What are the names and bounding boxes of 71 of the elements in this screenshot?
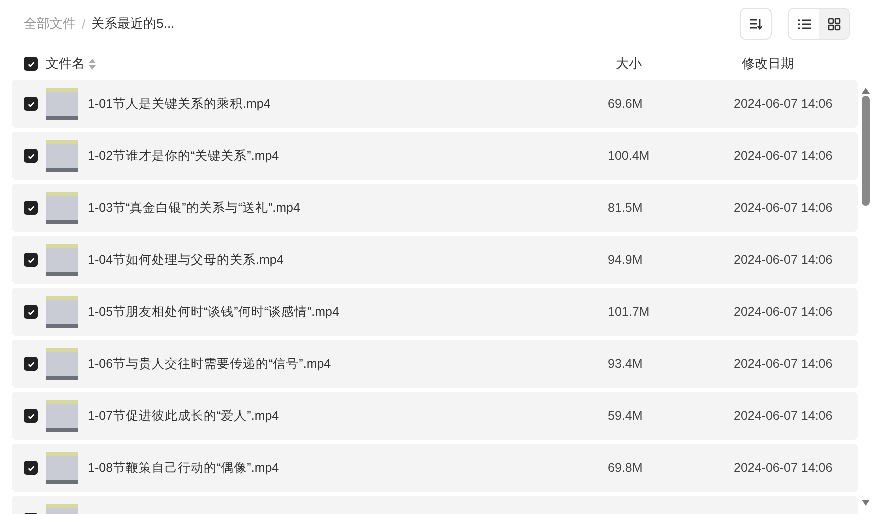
separator-slash: / — [82, 16, 86, 32]
column-header[interactable]: 大小 — [616, 55, 742, 73]
file-name: 1-05节朋友相处何时“谈钱”何时“谈感情”.mp4 — [88, 304, 340, 320]
grid-icon — [828, 18, 840, 30]
scroll-down-icon[interactable] — [862, 500, 870, 506]
file-size: 69.8M — [608, 461, 644, 475]
file-name: 1-04节如何处理与父母的关系.mp4 — [88, 252, 285, 268]
column-header[interactable]: 文件名 — [46, 55, 85, 73]
video-thumbnail — [46, 400, 78, 432]
list-icon — [798, 18, 810, 30]
sort-icon — [749, 18, 763, 30]
video-thumbnail — [46, 140, 78, 172]
modified-date: 2024-06-07 14:06 — [734, 149, 834, 163]
file-row[interactable]: 1-06节与贵人交往时需要传递的“信号”.mp4 93.4M 2024-06-07 14:06 — [12, 340, 858, 388]
checkmark-icon — [26, 100, 36, 108]
file-size: 100.4M — [608, 149, 651, 163]
row-checkbox[interactable] — [24, 253, 38, 267]
modified-date: 2024-06-07 14:06 — [734, 305, 834, 319]
file-size: 81.5M — [608, 201, 644, 215]
modified-date: 2024-06-07 14:06 — [734, 253, 834, 267]
file-row[interactable]: 1-01节人是关键关系的乘积.mp4 69.6M 2024-06-07 14:06 — [12, 80, 858, 128]
file-row[interactable]: 1-03节“真金白银”的关系与“送礼”.mp4 81.5M 2024-06-07 14:06 — [12, 184, 858, 232]
video-thumbnail — [46, 452, 78, 484]
file-name: 1-03节“真金白银”的关系与“送礼”.mp4 — [88, 200, 302, 216]
checkmark-icon — [26, 412, 36, 420]
row-checkbox[interactable] — [24, 97, 38, 111]
scrollbar-thumb[interactable] — [862, 96, 870, 206]
checkmark-icon — [26, 152, 36, 160]
select-all-checkbox[interactable] — [24, 57, 38, 71]
file-row[interactable]: 1-04节如何处理与父母的关系.mp4 94.9M 2024-06-07 14:06 — [12, 236, 858, 284]
sort-button[interactable] — [740, 8, 772, 40]
file-size: 59.4M — [608, 409, 644, 423]
file-row[interactable]: 1-08节鞭策自己行动的“偶像”.mp4 69.8M 2024-06-07 14:06 — [12, 444, 858, 492]
file-name: 1-08节鞭策自己行动的“偶像”.mp4 — [88, 460, 280, 476]
modified-date: 2024-06-07 14:06 — [734, 357, 834, 371]
file-name: 1-06节与贵人交往时需要传递的“信号”.mp4 — [88, 356, 332, 372]
file-size: 101.7M — [608, 305, 651, 319]
video-thumbnail — [46, 296, 78, 328]
row-checkbox[interactable] — [24, 201, 38, 215]
file-row[interactable]: 1-02节谁才是你的“关键关系”.mp4 100.4M 2024-06-07 14:06 — [12, 132, 858, 180]
checkmark-icon — [26, 308, 36, 316]
modified-date: 2024-06-07 14:06 — [734, 97, 834, 111]
column-header[interactable]: 修改日期 — [742, 55, 850, 73]
file-name: 1-07节促进彼此成长的“爱人”.mp4 — [88, 408, 280, 424]
modified-date: 2024-06-07 14:06 — [734, 201, 834, 215]
file-size: 69.6M — [608, 97, 644, 111]
file-name: 1-01节人是关键关系的乘积.mp4 — [88, 96, 272, 112]
file-name: 1-02节谁才是你的“关键关系”.mp4 — [88, 148, 280, 164]
file-size: 94.9M — [608, 253, 644, 267]
checkmark-icon — [26, 256, 36, 264]
video-thumbnail — [46, 88, 78, 120]
breadcrumb-link[interactable]: 关系最近的5... — [92, 15, 175, 33]
row-checkbox[interactable] — [24, 409, 38, 423]
row-checkbox[interactable] — [24, 357, 38, 371]
video-thumbnail — [46, 192, 78, 224]
grid-view-button[interactable] — [819, 9, 849, 39]
checkmark-icon — [26, 360, 36, 368]
row-checkbox[interactable] — [24, 305, 38, 319]
checkmark-icon — [26, 204, 36, 212]
video-thumbnail — [46, 244, 78, 276]
file-row[interactable]: 1-07节促进彼此成长的“爱人”.mp4 59.4M 2024-06-07 14:06 — [12, 392, 858, 440]
modified-date: 2024-06-07 14:06 — [734, 461, 834, 475]
checkmark-icon — [26, 60, 36, 68]
video-thumbnail — [46, 348, 78, 380]
file-size: 93.4M — [608, 357, 644, 371]
checkmark-icon — [26, 464, 36, 472]
modified-date: 2024-06-07 14:06 — [734, 409, 834, 423]
file-row[interactable]: 1-05节朋友相处何时“谈钱”何时“谈感情”.mp4 101.7M 2024-06-07 14:06 — [12, 288, 858, 336]
row-checkbox[interactable] — [24, 149, 38, 163]
row-checkbox[interactable] — [24, 461, 38, 475]
scroll-up-icon[interactable] — [862, 88, 870, 94]
